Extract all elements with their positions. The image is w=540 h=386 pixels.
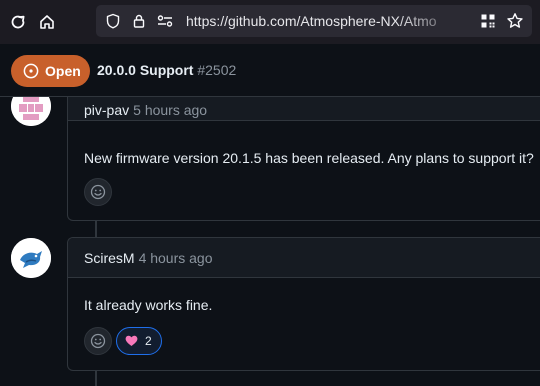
bookmark-star-icon: [507, 13, 523, 28]
comment-body: It already works fine.: [84, 297, 213, 313]
shield-icon: [106, 13, 120, 29]
heart-reaction-button[interactable]: 2: [116, 327, 162, 355]
qr-code-icon: [481, 14, 495, 28]
comment: SciresM 4 hours ago It already works fin…: [67, 237, 540, 371]
status-badge: Open: [11, 55, 90, 87]
smiley-icon: [90, 184, 106, 200]
comment-author[interactable]: piv-pav: [84, 102, 129, 118]
refresh-button[interactable]: [5, 9, 31, 35]
url-fade: [396, 5, 476, 37]
home-button[interactable]: [34, 9, 60, 35]
tracking-protection-button[interactable]: [104, 12, 122, 30]
permissions-icon: [157, 15, 173, 27]
issue-title-text: 20.0.0 Support: [97, 62, 194, 78]
site-info-button[interactable]: [130, 12, 148, 30]
comment-timestamp[interactable]: 5 hours ago: [133, 102, 207, 118]
add-reaction-button[interactable]: [84, 327, 112, 355]
permissions-button[interactable]: [156, 12, 174, 30]
add-reaction-button[interactable]: [84, 178, 112, 206]
bookmark-button[interactable]: [506, 12, 524, 30]
status-label: Open: [45, 63, 81, 79]
issue-sticky-header: Open 20.0.0 Support #2502: [0, 44, 540, 97]
bird-avatar: [11, 238, 51, 278]
qr-code-button[interactable]: [479, 12, 497, 30]
comment-timestamp[interactable]: 4 hours ago: [139, 250, 213, 266]
comment-body: New firmware version 20.1.5 has been rel…: [84, 150, 534, 166]
smiley-icon: [90, 333, 106, 349]
issue-opened-icon: [23, 63, 39, 79]
lock-icon: [133, 14, 145, 28]
comment-author[interactable]: SciresM: [84, 250, 135, 266]
avatar[interactable]: [11, 238, 51, 278]
comment-header: SciresM 4 hours ago: [68, 238, 540, 278]
comment: piv-pav 5 hours ago New firmware version…: [67, 84, 540, 221]
refresh-icon: [11, 15, 25, 29]
heart-icon: [125, 335, 138, 346]
issue-title[interactable]: 20.0.0 Support #2502: [97, 62, 236, 78]
issue-number: #2502: [197, 62, 237, 78]
browser-toolbar: https://github.com/Atmosphere-NX/Atmosph…: [0, 0, 540, 44]
reaction-count: 2: [145, 334, 152, 348]
home-icon: [40, 15, 54, 29]
address-bar[interactable]: https://github.com/Atmosphere-NX/Atmosph…: [96, 5, 532, 37]
